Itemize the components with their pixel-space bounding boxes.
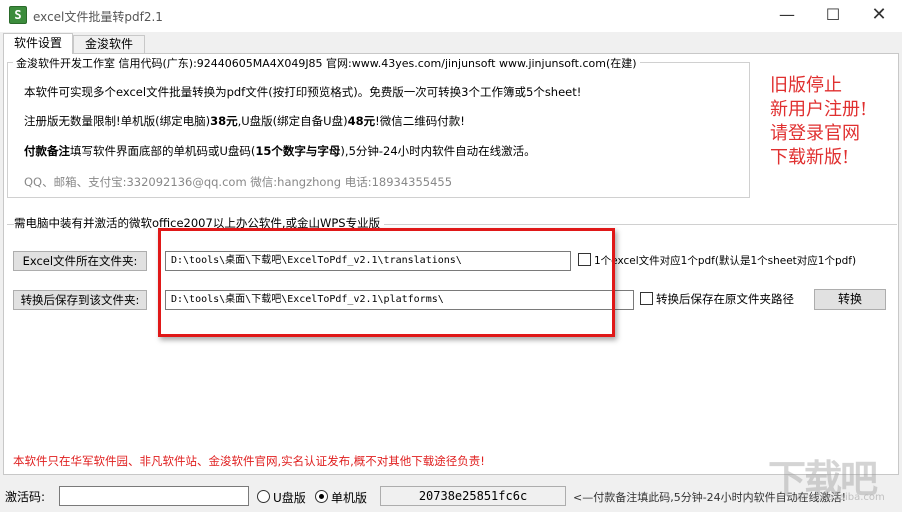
close-button[interactable]: ✕ <box>856 0 902 32</box>
info-line-feature: 本软件可实现多个excel文件批量转换为pdf文件(按打印预览格式)。免费版一次… <box>24 85 582 99</box>
info-line-payment: 付款备注填写软件界面底部的单机码或U盘码(15个数字与字母),5分钟-24小时内… <box>24 143 536 159</box>
info-line-pricing: 注册版无数量限制!单机版(绑定电脑)38元,U盘版(绑定自备U盘)48元!微信二… <box>24 113 465 129</box>
info-line-contact: QQ、邮箱、支付宝:332092136@qq.com 微信:hangzhong … <box>24 175 453 189</box>
pricing-text-post: !微信二维码付款! <box>375 114 465 128</box>
price-usb: 48元 <box>347 114 376 128</box>
update-notice-line: 下载新版! <box>770 147 850 168</box>
machine-edition-radio[interactable] <box>315 490 328 503</box>
select-output-folder-button[interactable]: 转换后保存到该文件夹: <box>13 290 147 310</box>
activation-code-input[interactable] <box>59 486 249 506</box>
payment-text-post: ),5分钟-24小时内软件自动在线激活。 <box>340 144 536 158</box>
machine-code-field[interactable]: 20738e25851fc6c <box>380 486 566 506</box>
save-in-original-folder-label: 转换后保存在原文件夹路径 <box>656 292 794 306</box>
update-notice-line: 请登录官网 <box>770 123 860 144</box>
update-notice-line: 新用户注册! <box>770 99 868 120</box>
activation-code-label: 激活码: <box>5 490 46 504</box>
app-logo-icon: S <box>9 6 27 24</box>
highlight-box <box>158 228 615 337</box>
maximize-button[interactable]: ☐ <box>810 0 856 32</box>
watermark-url: www.xiazaiba.com <box>792 492 885 503</box>
payment-code-format: 15个数字与字母 <box>255 144 341 158</box>
update-notice: 旧版停止 新用户注册! 请登录官网 下载新版! <box>770 74 867 170</box>
title-bar: S excel文件批量转pdf2.1 — ☐ ✕ <box>0 0 902 32</box>
usb-edition-radio[interactable] <box>257 490 270 503</box>
info-groupbox-legend: 金浚软件开发工作室 信用代码(广东):92440605MA4X049J85 官网… <box>13 55 640 71</box>
pricing-text: 注册版无数量限制!单机版(绑定电脑) <box>24 114 211 128</box>
minimize-button[interactable]: — <box>764 0 810 32</box>
save-in-original-folder-checkbox[interactable] <box>640 292 653 305</box>
machine-edition-label: 单机版 <box>331 491 368 505</box>
pricing-text-mid: ,U盘版(绑定自备U盘) <box>237 114 348 128</box>
price-machine: 38元 <box>210 114 238 128</box>
usb-edition-label: U盘版 <box>273 491 306 505</box>
tab-software-settings[interactable]: 软件设置 <box>3 33 73 54</box>
info-groupbox: 金浚软件开发工作室 信用代码(广东):92440605MA4X049J85 官网… <box>7 55 750 198</box>
one-pdf-per-workbook-label: 1个excel文件对应1个pdf(默认是1个sheet对应1个pdf) <box>594 255 857 267</box>
payment-note-label: 付款备注 <box>24 144 70 158</box>
update-notice-line: 旧版停止 <box>770 75 842 96</box>
payment-text: 填写软件界面底部的单机码或U盘码( <box>70 144 256 158</box>
distribution-notice: 本软件只在华军软件园、非凡软件站、金浚软件官网,实名认证发布,概不对其他下载途径… <box>13 454 485 468</box>
window-title: excel文件批量转pdf2.1 <box>33 10 163 24</box>
convert-button[interactable]: 转换 <box>814 289 886 310</box>
tab-jinjun-software[interactable]: 金浚软件 <box>73 35 145 53</box>
select-source-folder-button[interactable]: Excel文件所在文件夹: <box>13 251 147 271</box>
